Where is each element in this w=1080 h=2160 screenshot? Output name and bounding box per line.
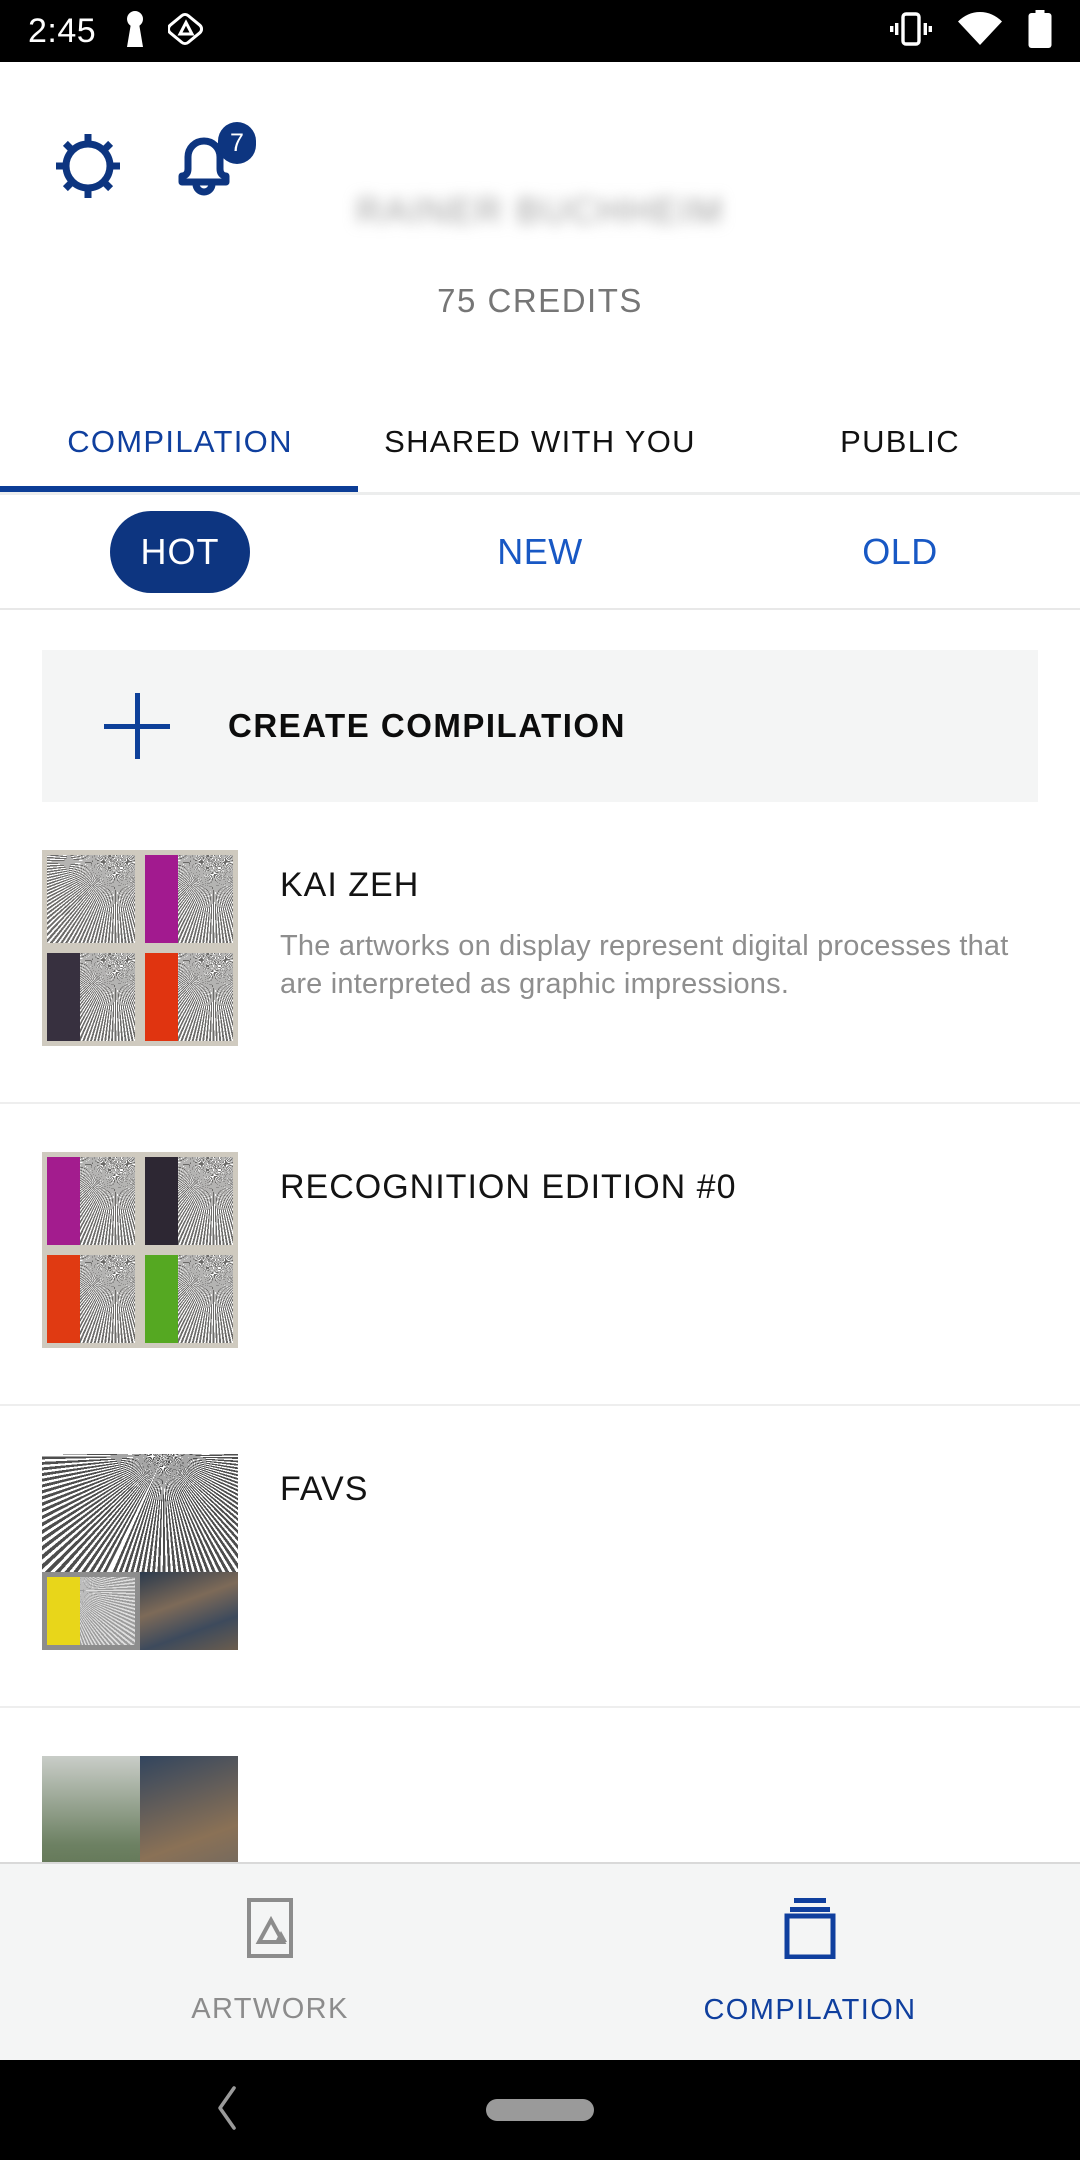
active-tab-indicator: [0, 486, 358, 492]
list-item-title: FAVS: [280, 1470, 369, 1508]
triangle-badge-icon: [167, 11, 204, 52]
user-name: RAINER BUCHHEIM: [355, 190, 725, 231]
status-bar: 2:45: [0, 0, 1080, 62]
android-navigation-bar: [0, 2060, 1080, 2160]
status-bar-right-icons: [890, 9, 1052, 53]
notifications-button[interactable]: 7: [168, 122, 256, 202]
compilation-thumbnail: [42, 1454, 238, 1650]
vibrate-icon: [890, 11, 932, 51]
notification-badge: 7: [218, 122, 256, 164]
wifi-icon: [958, 11, 1002, 51]
framed-picture-icon: [247, 1898, 293, 1963]
credits-label: 75 CREDITS: [437, 282, 643, 319]
bottom-nav-compilation[interactable]: COMPILATION: [540, 1864, 1080, 2060]
filter-hot[interactable]: HOT: [0, 510, 360, 593]
compilation-list[interactable]: CREATE COMPILATION KAI ZEH The artworks …: [0, 610, 1080, 1862]
list-item[interactable]: KAI ZEH The artworks on display represen…: [0, 802, 1080, 1104]
status-bar-clock: 2:45: [28, 11, 97, 50]
bell-icon: [168, 137, 240, 206]
list-item[interactable]: [0, 1708, 1080, 1862]
list-item-title: RECOGNITION EDITION #0: [280, 1168, 737, 1206]
list-item-description: The artworks on display represent digita…: [280, 930, 1009, 1001]
plus-icon: [104, 693, 170, 759]
sort-filter-bar: HOT NEW OLD: [0, 495, 1080, 610]
list-item-title: KAI ZEH: [280, 866, 420, 904]
status-bar-left-icons: [122, 10, 204, 52]
list-item[interactable]: RECOGNITION EDITION #0: [0, 1104, 1080, 1406]
battery-icon: [1028, 9, 1052, 53]
compilation-thumbnail: [42, 1756, 238, 1862]
stacked-layers-icon: [784, 1897, 836, 1964]
list-item[interactable]: FAVS: [0, 1406, 1080, 1708]
filter-hot-label: HOT: [110, 510, 250, 593]
compilation-thumbnail: [42, 1152, 238, 1348]
bottom-nav-compilation-label: COMPILATION: [703, 1994, 917, 2026]
tab-public[interactable]: PUBLIC: [720, 392, 1080, 492]
bottom-nav-artwork[interactable]: ARTWORK: [0, 1864, 540, 2060]
compilation-thumbnail: [42, 850, 238, 1046]
bottom-navigation-bar: ARTWORK COMPILATION: [0, 1862, 1080, 2060]
filter-new[interactable]: NEW: [360, 531, 720, 573]
keyhole-icon: [122, 10, 148, 52]
header-icon-group: 7: [0, 62, 256, 202]
create-compilation-label: CREATE COMPILATION: [228, 707, 626, 744]
home-pill-icon[interactable]: [486, 2099, 594, 2121]
app-header: 7 RAINER BUCHHEIM 75 CREDITS: [0, 62, 1080, 392]
back-chevron-icon[interactable]: [212, 2084, 242, 2137]
gear-icon: [52, 134, 124, 206]
filter-old[interactable]: OLD: [720, 531, 1080, 573]
header-user-block: RAINER BUCHHEIM 75 CREDITS: [0, 190, 1080, 320]
bottom-nav-artwork-label: ARTWORK: [191, 1993, 349, 2025]
create-compilation-button[interactable]: CREATE COMPILATION: [42, 650, 1038, 802]
tab-shared-with-you[interactable]: SHARED WITH YOU: [360, 392, 720, 492]
top-tab-bar: COMPILATION SHARED WITH YOU PUBLIC: [0, 392, 1080, 495]
tab-compilation[interactable]: COMPILATION: [0, 392, 360, 492]
settings-button[interactable]: [52, 130, 124, 202]
